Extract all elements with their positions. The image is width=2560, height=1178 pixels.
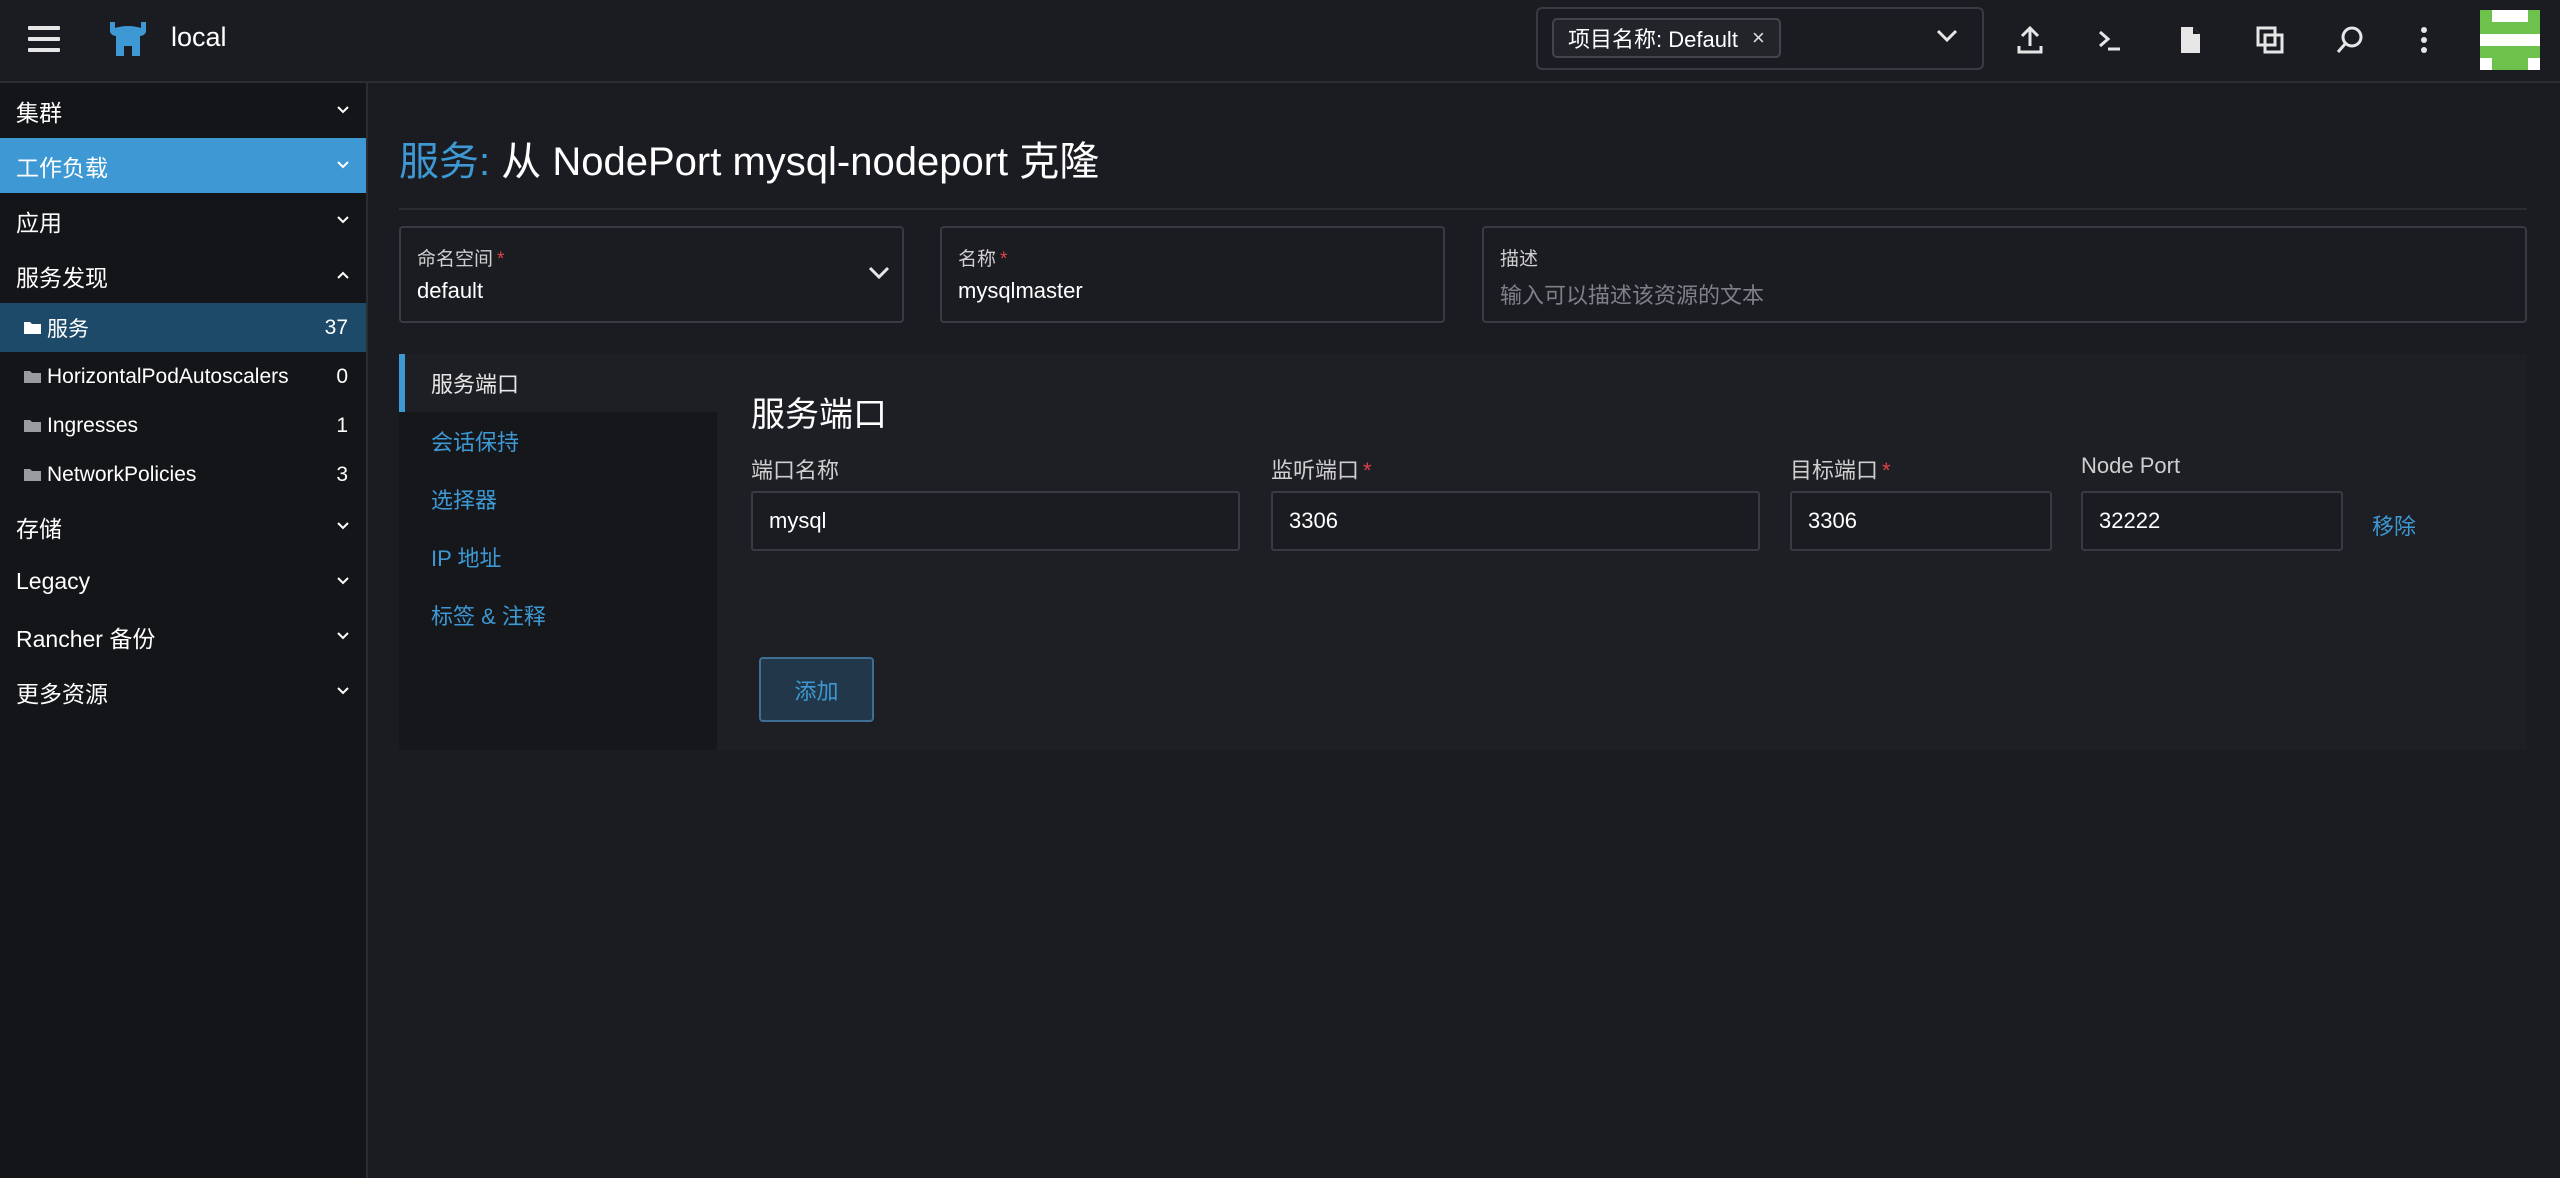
nav-group-label: 应用 — [16, 209, 62, 236]
chevron-down-icon — [337, 577, 349, 585]
description-label: 描述 — [1500, 249, 1539, 270]
sidebar-item-label: HorizontalPodAutoscalers — [47, 364, 289, 388]
chevron-down-icon — [337, 687, 349, 695]
folder-icon — [24, 322, 41, 334]
more-vertical-icon[interactable] — [2408, 24, 2440, 56]
nav-group-label: 集群 — [16, 99, 62, 126]
nav-group-rancher-backup[interactable]: Rancher 备份 — [0, 609, 366, 664]
description-placeholder: 输入可以描述该资源的文本 — [1500, 283, 1765, 308]
namespace-chip: 项目名称: Default × — [1552, 18, 1781, 58]
tab-selectors[interactable]: 选择器 — [399, 470, 717, 528]
side-tabs: 服务端口 会话保持 选择器 IP 地址 标签 & 注释 — [399, 354, 717, 750]
chevron-down-icon — [868, 266, 890, 280]
namespace-filter[interactable]: 项目名称: Default × — [1536, 7, 1984, 70]
sidebar-item-count: 3 — [336, 462, 348, 486]
sidebar-item-label: NetworkPolicies — [47, 462, 197, 486]
menu-icon[interactable] — [28, 26, 60, 52]
folder-icon — [24, 469, 41, 481]
top-header: local 项目名称: Default × — [0, 0, 2560, 83]
page-title: 服务: 从 NodePort mysql-nodeport 克隆 — [399, 129, 1099, 187]
chip-close-icon[interactable]: × — [1752, 25, 1765, 51]
folder-icon — [24, 420, 41, 432]
copy-config-icon[interactable] — [2254, 24, 2286, 56]
sidebar-item-label: Ingresses — [47, 413, 139, 437]
nav-group-apps[interactable]: 应用 — [0, 193, 366, 248]
nav-group-label: 更多资源 — [16, 680, 108, 707]
chevron-down-icon — [337, 632, 349, 640]
upload-icon[interactable] — [2014, 24, 2046, 56]
namespace-select[interactable]: 命名空间 * default — [399, 226, 904, 323]
nav-group-storage[interactable]: 存储 — [0, 499, 366, 554]
chevron-down-icon — [337, 216, 349, 224]
name-label: 名称 * — [958, 249, 1008, 270]
section-title: 服务端口 — [751, 396, 887, 434]
tabs-panel: 服务端口 会话保持 选择器 IP 地址 标签 & 注释 服务端口 端口名称 监听… — [399, 354, 2527, 750]
add-port-button[interactable]: 添加 — [759, 657, 874, 722]
nav-group-label: 服务发现 — [16, 264, 108, 291]
port-name-label: 端口名称 — [751, 458, 840, 483]
sidebar-item-ingresses[interactable]: Ingresses 1 — [0, 401, 366, 450]
target-port-input[interactable] — [1790, 491, 2052, 551]
nav-group-label: 存储 — [16, 515, 62, 542]
nav-group-workloads[interactable]: 工作负载 — [0, 138, 366, 193]
file-icon[interactable] — [2174, 24, 2206, 56]
sidebar-item-hpa[interactable]: HorizontalPodAutoscalers 0 — [0, 352, 366, 401]
name-field[interactable]: 名称 * mysqlmaster — [940, 226, 1445, 323]
sidebar: 集群 工作负载 应用 服务发现 服务 37 HorizontalPodAutos… — [0, 83, 368, 1178]
page-title-text: 从 NodePort mysql-nodeport 克隆 — [501, 140, 1100, 184]
nav-group-legacy[interactable]: Legacy — [0, 554, 366, 609]
nav-group-label: Rancher 备份 — [16, 625, 156, 652]
search-icon[interactable] — [2334, 24, 2366, 56]
sidebar-item-count: 0 — [336, 364, 348, 388]
listen-port-label: 监听端口 * — [1271, 458, 1372, 483]
sidebar-item-label: 服务 — [47, 317, 89, 341]
target-port-label: 目标端口 * — [1790, 458, 1891, 483]
shell-icon[interactable] — [2094, 24, 2126, 56]
nav-group-service-discovery[interactable]: 服务发现 — [0, 248, 366, 303]
remove-port-button[interactable]: 移除 — [2372, 509, 2416, 541]
tab-ip-addresses[interactable]: IP 地址 — [399, 528, 717, 586]
namespace-label: 命名空间 * — [417, 249, 505, 270]
description-field[interactable]: 描述 输入可以描述该资源的文本 — [1482, 226, 2527, 323]
chevron-down-icon — [337, 522, 349, 530]
chevron-up-icon — [337, 271, 349, 279]
node-port-label: Node Port — [2081, 453, 2181, 478]
namespace-value: default — [417, 278, 484, 303]
user-avatar[interactable] — [2480, 10, 2540, 70]
tab-labels-annotations[interactable]: 标签 & 注释 — [399, 586, 717, 644]
cluster-name[interactable]: local — [171, 22, 227, 53]
namespace-chip-label: 项目名称: Default — [1568, 27, 1738, 52]
sidebar-item-network-policies[interactable]: NetworkPolicies 3 — [0, 450, 366, 499]
nav-group-label: Legacy — [16, 568, 91, 594]
sidebar-item-count: 1 — [336, 413, 348, 437]
tab-service-ports[interactable]: 服务端口 — [399, 354, 717, 412]
chevron-down-icon — [337, 106, 349, 114]
nav-group-label: 工作负载 — [16, 154, 108, 181]
page-title-prefix[interactable]: 服务: — [399, 140, 490, 184]
nav-group-cluster[interactable]: 集群 — [0, 83, 366, 138]
listen-port-input[interactable] — [1271, 491, 1760, 551]
name-value: mysqlmaster — [958, 278, 1083, 303]
folder-icon — [24, 371, 41, 383]
sidebar-item-count: 37 — [324, 315, 348, 339]
tab-session-affinity[interactable]: 会话保持 — [399, 412, 717, 470]
port-name-input[interactable] — [751, 491, 1240, 551]
node-port-input[interactable] — [2081, 491, 2343, 551]
sidebar-item-services[interactable]: 服务 37 — [0, 303, 366, 352]
chevron-down-icon[interactable] — [1936, 29, 1958, 43]
cluster-logo-icon — [110, 22, 146, 56]
nav-group-more-resources[interactable]: 更多资源 — [0, 664, 366, 719]
divider — [399, 208, 2527, 210]
chevron-down-icon — [337, 161, 349, 169]
main-content: 服务: 从 NodePort mysql-nodeport 克隆 命名空间 * d… — [368, 83, 2560, 1178]
